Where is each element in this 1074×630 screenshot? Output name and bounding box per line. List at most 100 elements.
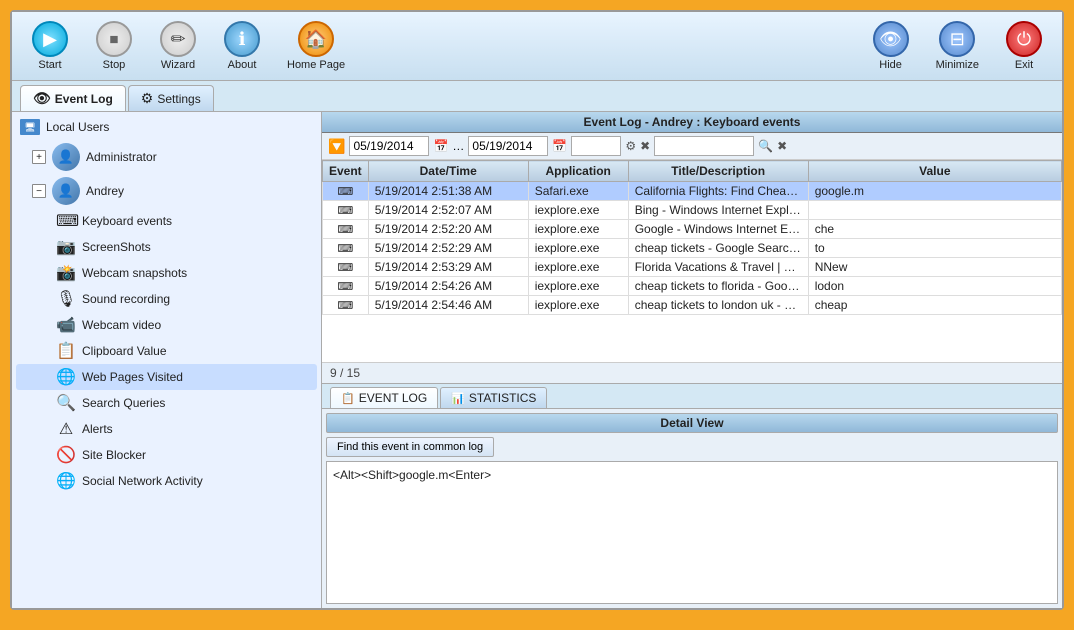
table-row[interactable]: ⌨ 5/19/2014 2:54:46 AM iexplore.exe chea… — [323, 296, 1062, 315]
sidebar-item-webcam-video[interactable]: 📹 Webcam video — [16, 312, 317, 338]
app-filter-icon[interactable]: ⚙ — [625, 139, 636, 153]
cell-title-2: Google - Windows Internet Explore — [628, 220, 808, 239]
keyboard-icon-6: ⌨ — [337, 300, 353, 312]
sidebar-item-site-blocker[interactable]: 🚫Site Blocker — [16, 442, 317, 468]
expand-andrey[interactable]: − — [32, 184, 46, 198]
cell-event-5: ⌨ — [323, 277, 369, 296]
cell-value-2: che — [808, 220, 1061, 239]
administrator-avatar: 👤 — [52, 143, 80, 171]
tab-event-log-label: Event Log — [55, 92, 113, 106]
search-clear-icon[interactable]: ✖ — [777, 139, 787, 153]
col-title: Title/Description — [628, 161, 808, 182]
event-table-container[interactable]: Event Date/Time Application Title/Descri… — [322, 160, 1062, 362]
sidebar-item-administrator[interactable]: + 👤 Administrator — [16, 140, 317, 174]
child-icon-3: 🎙 — [56, 289, 76, 309]
date-separator: … — [452, 139, 464, 153]
cell-datetime-6: 5/19/2014 2:54:46 AM — [368, 296, 528, 315]
cell-event-0: ⌨ — [323, 182, 369, 201]
about-button[interactable]: ℹ About — [212, 16, 272, 76]
table-row[interactable]: ⌨ 5/19/2014 2:52:07 AM iexplore.exe Bing… — [323, 201, 1062, 220]
main-tabs: 👁 Event Log ⚙ Settings — [12, 81, 1062, 112]
sidebar-item-keyboard-events[interactable]: ⌨ Keyboard events — [16, 208, 317, 234]
cell-value-5: lodon — [808, 277, 1061, 296]
sidebar-item-social-network-activity[interactable]: 🌐Social Network Activity — [16, 468, 317, 494]
cell-event-4: ⌨ — [323, 258, 369, 277]
event-table-body: ⌨ 5/19/2014 2:51:38 AM Safari.exe Califo… — [323, 182, 1062, 315]
pagination-text: 9 / 15 — [330, 366, 360, 380]
bottom-tab-statistics[interactable]: 📊 STATISTICS — [440, 387, 547, 408]
child-icon-0: ⌨ — [56, 211, 76, 231]
cell-title-5: cheap tickets to florida - Google Se — [628, 277, 808, 296]
filter-icon: 🔽 — [328, 138, 345, 155]
bottom-tab-event-log[interactable]: 📋 EVENT LOG — [330, 387, 438, 408]
calendar-to-icon[interactable]: 📅 — [552, 139, 567, 153]
sidebar-item-screenshots[interactable]: 📷ScreenShots — [16, 234, 317, 260]
hide-icon: 👁 — [873, 21, 909, 57]
table-row[interactable]: ⌨ 5/19/2014 2:52:29 AM iexplore.exe chea… — [323, 239, 1062, 258]
child-icon-7: 🔍 — [56, 393, 76, 413]
app-clear-icon[interactable]: ✖ — [640, 139, 650, 153]
table-row[interactable]: ⌨ 5/19/2014 2:51:38 AM Safari.exe Califo… — [323, 182, 1062, 201]
search-input[interactable] — [654, 136, 754, 156]
keyboard-icon-4: ⌨ — [337, 262, 353, 274]
sidebar-item-clipboard-value[interactable]: 📋Clipboard Value — [16, 338, 317, 364]
hide-button[interactable]: 👁 Hide — [861, 16, 921, 76]
table-row[interactable]: ⌨ 5/19/2014 2:54:26 AM iexplore.exe chea… — [323, 277, 1062, 296]
wizard-button[interactable]: ✏ Wizard — [148, 16, 208, 76]
child-label-3: Sound recording — [82, 292, 170, 306]
toolbar: ▶ Start ⏹ Stop ✏ Wizard ℹ About 🏠 Home P… — [12, 12, 1062, 81]
table-row[interactable]: ⌨ 5/19/2014 2:52:20 AM iexplore.exe Goog… — [323, 220, 1062, 239]
sidebar-item-web-pages-visited[interactable]: 🌐Web Pages Visited — [16, 364, 317, 390]
cell-datetime-2: 5/19/2014 2:52:20 AM — [368, 220, 528, 239]
cell-datetime-4: 5/19/2014 2:53:29 AM — [368, 258, 528, 277]
sidebar-item-sound-recording[interactable]: 🎙 Sound recording — [16, 286, 317, 312]
start-label: Start — [38, 59, 61, 71]
tab-settings-label: Settings — [157, 92, 200, 106]
cell-value-3: to — [808, 239, 1061, 258]
minimize-label: Minimize — [936, 59, 979, 71]
cell-application-6: iexplore.exe — [528, 296, 628, 315]
wizard-label: Wizard — [161, 59, 195, 71]
keyboard-icon-2: ⌨ — [337, 224, 353, 236]
child-icon-4: 📹 — [56, 315, 76, 335]
cell-title-4: Florida Vacations & Travel | Cheap — [628, 258, 808, 277]
sidebar-item-search-queries[interactable]: 🔍Search Queries — [16, 390, 317, 416]
cell-value-4: NNew — [808, 258, 1061, 277]
date-to-input[interactable] — [468, 136, 548, 156]
cell-datetime-1: 5/19/2014 2:52:07 AM — [368, 201, 528, 220]
start-button[interactable]: ▶ Start — [20, 16, 80, 76]
stop-button[interactable]: ⏹ Stop — [84, 16, 144, 76]
sidebar-item-andrey[interactable]: − 👤 Andrey — [16, 174, 317, 208]
cell-value-0: google.m — [808, 182, 1061, 201]
homepage-button[interactable]: 🏠 Home Page — [276, 16, 356, 76]
minimize-icon: ⊟ — [939, 21, 975, 57]
find-event-button[interactable]: Find this event in common log — [326, 437, 494, 457]
right-panel: Event Log - Andrey : Keyboard events 🔽 📅… — [322, 112, 1062, 608]
child-icon-1: 📷 — [56, 237, 76, 257]
child-label-4: Webcam video — [82, 318, 161, 332]
search-icon[interactable]: 🔍 — [758, 139, 773, 153]
sidebar-children: ⌨ Keyboard events 📷ScreenShots📸Webcam snap… — [16, 208, 317, 494]
cell-value-1 — [808, 201, 1061, 220]
exit-icon: ⏻ — [1006, 21, 1042, 57]
sidebar-item-local-users[interactable]: 🖥 Local Users — [16, 116, 317, 138]
event-log-title: Event Log - Andrey : Keyboard events — [584, 115, 801, 129]
minimize-button[interactable]: ⊟ Minimize — [925, 16, 990, 76]
child-label-0: Keyboard events — [82, 214, 172, 228]
col-datetime: Date/Time — [368, 161, 528, 182]
calendar-from-icon[interactable]: 📅 — [433, 139, 448, 153]
table-header-row: Event Date/Time Application Title/Descri… — [323, 161, 1062, 182]
col-value: Value — [808, 161, 1061, 182]
event-table: Event Date/Time Application Title/Descri… — [322, 160, 1062, 315]
tab-settings[interactable]: ⚙ Settings — [128, 85, 214, 111]
expand-administrator[interactable]: + — [32, 150, 46, 164]
cell-title-1: Bing - Windows Internet Explorer — [628, 201, 808, 220]
exit-button[interactable]: ⏻ Exit — [994, 16, 1054, 76]
tab-event-log[interactable]: 👁 Event Log — [20, 85, 126, 111]
table-row[interactable]: ⌨ 5/19/2014 2:53:29 AM iexplore.exe Flor… — [323, 258, 1062, 277]
sidebar-item-webcam-snapshots[interactable]: 📸Webcam snapshots — [16, 260, 317, 286]
child-label-2: Webcam snapshots — [82, 266, 187, 280]
sidebar-item-alerts[interactable]: ⚠Alerts — [16, 416, 317, 442]
date-from-input[interactable] — [349, 136, 429, 156]
app-filter-box — [571, 136, 621, 156]
